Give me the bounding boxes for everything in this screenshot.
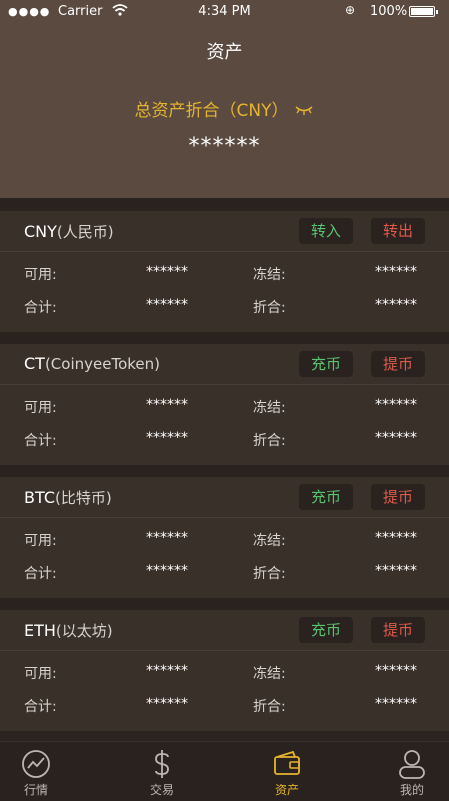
total-value: ****** (146, 430, 188, 446)
asset-symbol: ETH (24, 621, 56, 640)
tab-profile[interactable]: 我的 (356, 742, 449, 801)
status-bar: ●●●● Carrier 4:34 PM ⊕ 100% (0, 0, 449, 24)
available-label: 可用: (24, 533, 57, 549)
asset-row: 合计: ****** 折合: ****** (0, 297, 449, 321)
deposit-button[interactable]: 充币 (299, 617, 353, 643)
orientation-lock-icon: ⊕ (345, 3, 356, 17)
available-value: ****** (146, 397, 188, 413)
deposit-button[interactable]: 充币 (299, 351, 353, 377)
asset-card-eth: ETH(以太坊) 充币 提币 可用: ****** 冻结: ****** 合计:… (0, 610, 449, 731)
asset-row: 合计: ****** 折合: ****** (0, 563, 449, 587)
total-assets-label-text: 总资产折合（CNY） (134, 101, 289, 121)
converted-value: ****** (375, 696, 417, 712)
converted-value: ****** (375, 430, 417, 446)
frozen-label: 冻结: (253, 533, 286, 549)
asset-card-cny: CNY(人民币) 转入 转出 可用: ****** 冻结: ****** 合计:… (0, 211, 449, 332)
asset-row: 可用: ****** 冻结: ****** (0, 397, 449, 421)
asset-symbol: BTC (24, 488, 55, 507)
asset-name: CT(CoinyeeToken) (24, 354, 160, 373)
chart-line-icon (0, 748, 92, 780)
asset-name: ETH(以太坊) (24, 620, 113, 641)
asset-card-header: BTC(比特币) 充币 提币 (0, 477, 449, 518)
asset-card-btc: BTC(比特币) 充币 提币 可用: ****** 冻结: ****** 合计:… (0, 477, 449, 598)
wallet-icon (231, 748, 343, 780)
battery-icon (409, 6, 438, 17)
divider (0, 598, 449, 610)
asset-subtitle: (比特币) (54, 489, 112, 507)
asset-row: 可用: ****** 冻结: ****** (0, 530, 449, 554)
frozen-label: 冻结: (253, 400, 286, 416)
asset-card-ct: CT(CoinyeeToken) 充币 提币 可用: ****** 冻结: **… (0, 344, 449, 465)
tab-assets[interactable]: 资产 (231, 742, 343, 801)
withdraw-button[interactable]: 转出 (371, 218, 425, 244)
converted-label: 折合: (253, 433, 286, 449)
frozen-label: 冻结: (253, 267, 286, 283)
asset-symbol: CNY (24, 222, 57, 241)
asset-symbol: CT (24, 354, 45, 373)
asset-row: 合计: ****** 折合: ****** (0, 696, 449, 720)
available-label: 可用: (24, 666, 57, 682)
total-value: ****** (146, 696, 188, 712)
asset-subtitle: (人民币) (56, 223, 114, 241)
total-assets-value: ****** (188, 134, 261, 159)
withdraw-button[interactable]: 提币 (371, 484, 425, 510)
deposit-button[interactable]: 转入 (299, 218, 353, 244)
asset-card-header: CNY(人民币) 转入 转出 (0, 211, 449, 252)
asset-name: BTC(比特币) (24, 487, 112, 508)
eye-closed-icon[interactable] (294, 101, 314, 121)
tab-label: 交易 (149, 783, 174, 797)
total-label: 合计: (24, 300, 57, 316)
battery-percent: 100% (370, 4, 408, 19)
total-label: 合计: (24, 433, 57, 449)
frozen-value: ****** (375, 397, 417, 413)
asset-card-header: ETH(以太坊) 充币 提币 (0, 610, 449, 651)
tab-market[interactable]: 行情 (0, 742, 92, 801)
converted-label: 折合: (253, 300, 286, 316)
available-label: 可用: (24, 400, 57, 416)
total-value: ****** (146, 563, 188, 579)
total-assets-label: 总资产折合（CNY） (0, 96, 449, 121)
converted-label: 折合: (253, 566, 286, 582)
asset-row: 合计: ****** 折合: ****** (0, 430, 449, 454)
total-value: ****** (146, 297, 188, 313)
tab-label: 我的 (399, 783, 424, 797)
total-label: 合计: (24, 699, 57, 715)
available-value: ****** (146, 264, 188, 280)
asset-card-header: CT(CoinyeeToken) 充币 提币 (0, 344, 449, 385)
converted-value: ****** (375, 297, 417, 313)
converted-label: 折合: (253, 699, 286, 715)
page-title: 资产 (206, 42, 243, 63)
deposit-button[interactable]: 充币 (299, 484, 353, 510)
tab-label: 资产 (274, 783, 299, 797)
converted-value: ****** (375, 563, 417, 579)
asset-row: 可用: ****** 冻结: ****** (0, 663, 449, 687)
withdraw-button[interactable]: 提币 (371, 617, 425, 643)
assets-header: ●●●● Carrier 4:34 PM ⊕ 100% 资产 总资产折合（CNY… (0, 0, 449, 198)
withdraw-button[interactable]: 提币 (371, 351, 425, 377)
frozen-value: ****** (375, 530, 417, 546)
available-value: ****** (146, 530, 188, 546)
frozen-value: ****** (375, 663, 417, 679)
dollar-icon (106, 748, 218, 780)
tab-trade[interactable]: 交易 (106, 742, 218, 801)
asset-name: CNY(人民币) (24, 221, 114, 242)
frozen-value: ****** (375, 264, 417, 280)
total-label: 合计: (24, 566, 57, 582)
asset-subtitle: (CoinyeeToken) (44, 355, 160, 373)
available-label: 可用: (24, 267, 57, 283)
divider (0, 332, 449, 344)
divider (0, 465, 449, 477)
divider (0, 198, 449, 210)
tab-label: 行情 (23, 783, 48, 797)
asset-subtitle: (以太坊) (55, 622, 113, 640)
available-value: ****** (146, 663, 188, 679)
tab-bar: 行情 交易 资产 我的 (0, 741, 449, 801)
user-icon (356, 748, 449, 780)
frozen-label: 冻结: (253, 666, 286, 682)
asset-row: 可用: ****** 冻结: ****** (0, 264, 449, 288)
